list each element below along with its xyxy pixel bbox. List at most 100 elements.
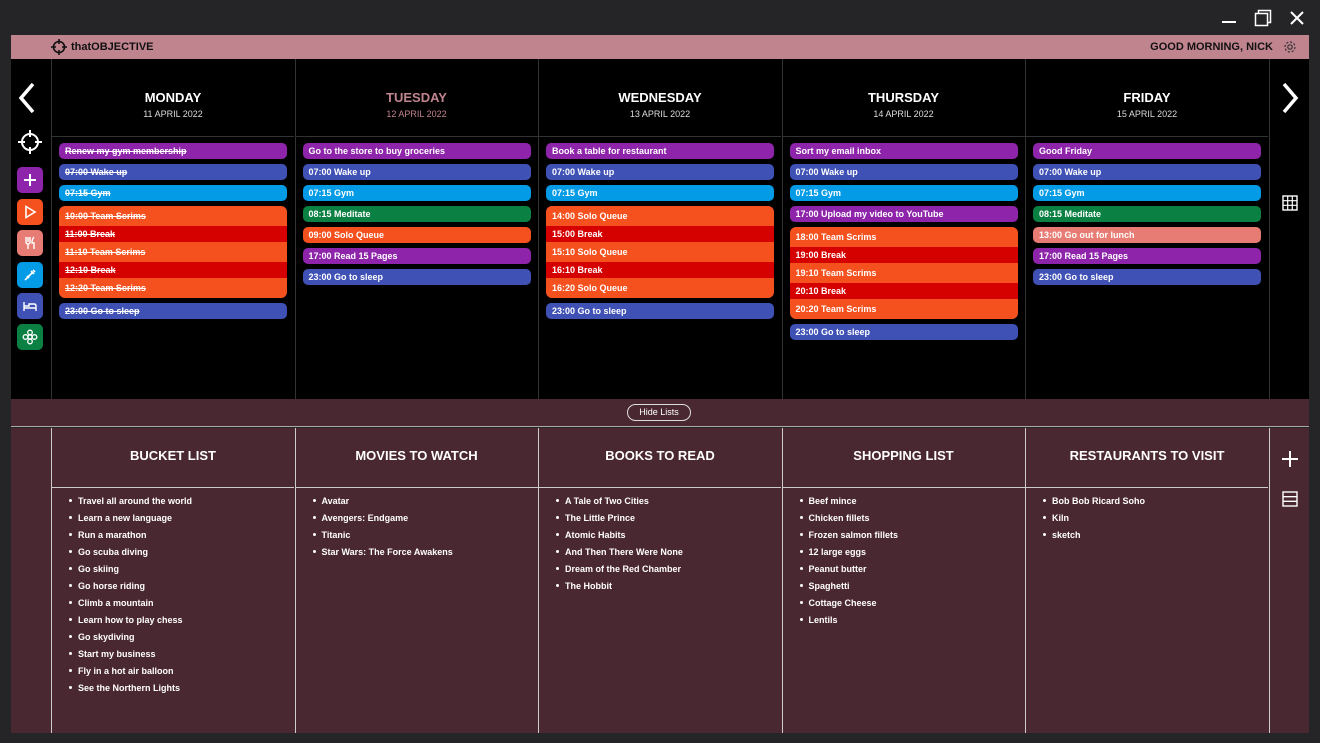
event-item[interactable]: 15:10 Solo Queue (546, 242, 774, 262)
break-event[interactable]: 20:10 Break (789, 283, 1018, 299)
event-item[interactable]: 07:15 Gym (302, 185, 531, 201)
break-event[interactable]: 11:00 Break (59, 226, 287, 242)
event-item[interactable]: Book a table for restaurant (546, 143, 774, 159)
event-item[interactable]: 07:00 Wake up (546, 164, 774, 180)
list-item[interactable]: Bob Bob Ricard Soho (1043, 495, 1268, 512)
event-item[interactable]: 07:15 Gym (59, 185, 287, 201)
event-item[interactable]: 07:15 Gym (789, 185, 1018, 201)
list-title[interactable]: SHOPPING LIST (782, 428, 1025, 488)
next-week-button[interactable] (1279, 81, 1301, 115)
event-item[interactable]: 23:00 Go to sleep (1033, 269, 1261, 285)
health-category-button[interactable] (17, 262, 43, 288)
list-item[interactable]: Spaghetti (799, 580, 1025, 597)
list-item[interactable]: Lentils (799, 614, 1025, 631)
list-item[interactable]: Star Wars: The Force Awakens (312, 546, 538, 563)
event-item[interactable]: 08:15 Meditate (1033, 206, 1261, 222)
list-item[interactable]: Go skydiving (69, 631, 294, 648)
break-event[interactable]: 19:00 Break (789, 247, 1018, 263)
event-item[interactable]: 17:00 Read 15 Pages (302, 248, 531, 264)
list-item[interactable]: Atomic Habits (556, 529, 781, 546)
event-item[interactable]: 17:00 Upload my video to YouTube (789, 206, 1018, 222)
list-item[interactable]: 12 large eggs (799, 546, 1025, 563)
list-title[interactable]: MOVIES TO WATCH (295, 428, 538, 488)
event-item[interactable]: 23:00 Go to sleep (59, 303, 287, 319)
add-list-button[interactable] (1281, 450, 1299, 468)
list-item[interactable]: Learn how to play chess (69, 614, 294, 631)
event-item[interactable]: Good Friday (1033, 143, 1261, 159)
minimize-button[interactable] (1218, 7, 1240, 29)
app-logo[interactable]: thatOBJECTIVE (51, 39, 154, 55)
list-item[interactable]: Avengers: Endgame (312, 512, 538, 529)
event-item[interactable]: 23:00 Go to sleep (546, 303, 774, 319)
event-item[interactable]: 17:00 Read 15 Pages (1033, 248, 1261, 264)
list-item[interactable]: Cottage Cheese (799, 597, 1025, 614)
event-item[interactable]: 14:00 Solo Queue (546, 206, 774, 226)
list-item[interactable]: Avatar (312, 495, 538, 512)
list-icon[interactable] (1282, 491, 1298, 507)
crosshair-icon[interactable] (17, 129, 43, 155)
event-item[interactable]: 23:00 Go to sleep (302, 269, 531, 285)
settings-icon[interactable] (1283, 40, 1297, 54)
list-item[interactable]: See the Northern Lights (69, 682, 294, 699)
list-item[interactable]: The Hobbit (556, 580, 781, 597)
list-item[interactable]: Go skiing (69, 563, 294, 580)
list-item[interactable]: Frozen salmon fillets (799, 529, 1025, 546)
list-title[interactable]: BOOKS TO READ (539, 428, 781, 488)
list-item[interactable]: Fly in a hot air balloon (69, 665, 294, 682)
break-event[interactable]: 16:10 Break (546, 262, 774, 278)
event-item[interactable]: 13:00 Go out for lunch (1033, 227, 1261, 243)
list-item[interactable]: Run a marathon (69, 529, 294, 546)
list-item[interactable]: Titanic (312, 529, 538, 546)
event-item[interactable]: Sort my email inbox (789, 143, 1018, 159)
list-item[interactable]: Climb a mountain (69, 597, 294, 614)
add-event-button[interactable] (17, 167, 43, 193)
list-item[interactable]: Beef mince (799, 495, 1025, 512)
event-item[interactable]: 19:10 Team Scrims (790, 263, 1018, 283)
event-item[interactable]: 07:15 Gym (546, 185, 774, 201)
gaming-category-button[interactable] (17, 199, 43, 225)
list-item[interactable]: Peanut butter (799, 563, 1025, 580)
lists-right-toolbar (1269, 428, 1309, 733)
list-item[interactable]: Start my business (69, 648, 294, 665)
sleep-category-button[interactable] (17, 293, 43, 319)
list-item[interactable]: Travel all around the world (69, 495, 294, 512)
maximize-button[interactable] (1252, 7, 1274, 29)
event-item[interactable]: 12:20 Team Scrims (59, 278, 287, 298)
list-item[interactable]: And Then There Were None (556, 546, 781, 563)
event-item[interactable]: 23:00 Go to sleep (789, 324, 1018, 340)
event-item[interactable]: 09:00 Solo Queue (302, 227, 531, 243)
event-item[interactable]: 08:15 Meditate (302, 206, 531, 222)
event-item[interactable]: 16:20 Solo Queue (546, 278, 774, 298)
event-item[interactable]: Go to the store to buy groceries (302, 143, 531, 159)
event-item[interactable]: Renew my gym membership (59, 143, 287, 159)
list-item[interactable]: Learn a new language (69, 512, 294, 529)
day-name: THURSDAY (867, 90, 940, 105)
food-category-button[interactable] (17, 230, 43, 256)
break-event[interactable]: 15:00 Break (546, 226, 774, 242)
list-title[interactable]: RESTAURANTS TO VISIT (1026, 428, 1268, 488)
event-item[interactable]: 07:15 Gym (1033, 185, 1261, 201)
list-item[interactable]: sketch (1043, 529, 1268, 546)
event-item[interactable]: 07:00 Wake up (1033, 164, 1261, 180)
close-button[interactable] (1286, 7, 1308, 29)
event-item[interactable]: 10:00 Team Scrims (59, 206, 287, 226)
list-item[interactable]: Kiln (1043, 512, 1268, 529)
wellness-category-button[interactable] (17, 324, 43, 350)
event-item[interactable]: 18:00 Team Scrims (790, 227, 1018, 247)
list-item[interactable]: Chicken fillets (799, 512, 1025, 529)
previous-week-button[interactable] (16, 81, 38, 115)
break-event[interactable]: 12:10 Break (59, 262, 287, 278)
grid-icon[interactable] (1282, 195, 1298, 211)
list-item[interactable]: The Little Prince (556, 512, 781, 529)
list-title[interactable]: BUCKET LIST (52, 428, 294, 488)
list-item[interactable]: A Tale of Two Cities (556, 495, 781, 512)
event-item[interactable]: 07:00 Wake up (789, 164, 1018, 180)
hide-lists-button[interactable]: Hide Lists (627, 404, 691, 421)
list-item[interactable]: Go scuba diving (69, 546, 294, 563)
list-item[interactable]: Go horse riding (69, 580, 294, 597)
list-item[interactable]: Dream of the Red Chamber (556, 563, 781, 580)
event-item[interactable]: 20:20 Team Scrims (790, 299, 1018, 319)
event-item[interactable]: 11:10 Team Scrims (59, 242, 287, 262)
event-item[interactable]: 07:00 Wake up (302, 164, 531, 180)
event-item[interactable]: 07:00 Wake up (59, 164, 287, 180)
